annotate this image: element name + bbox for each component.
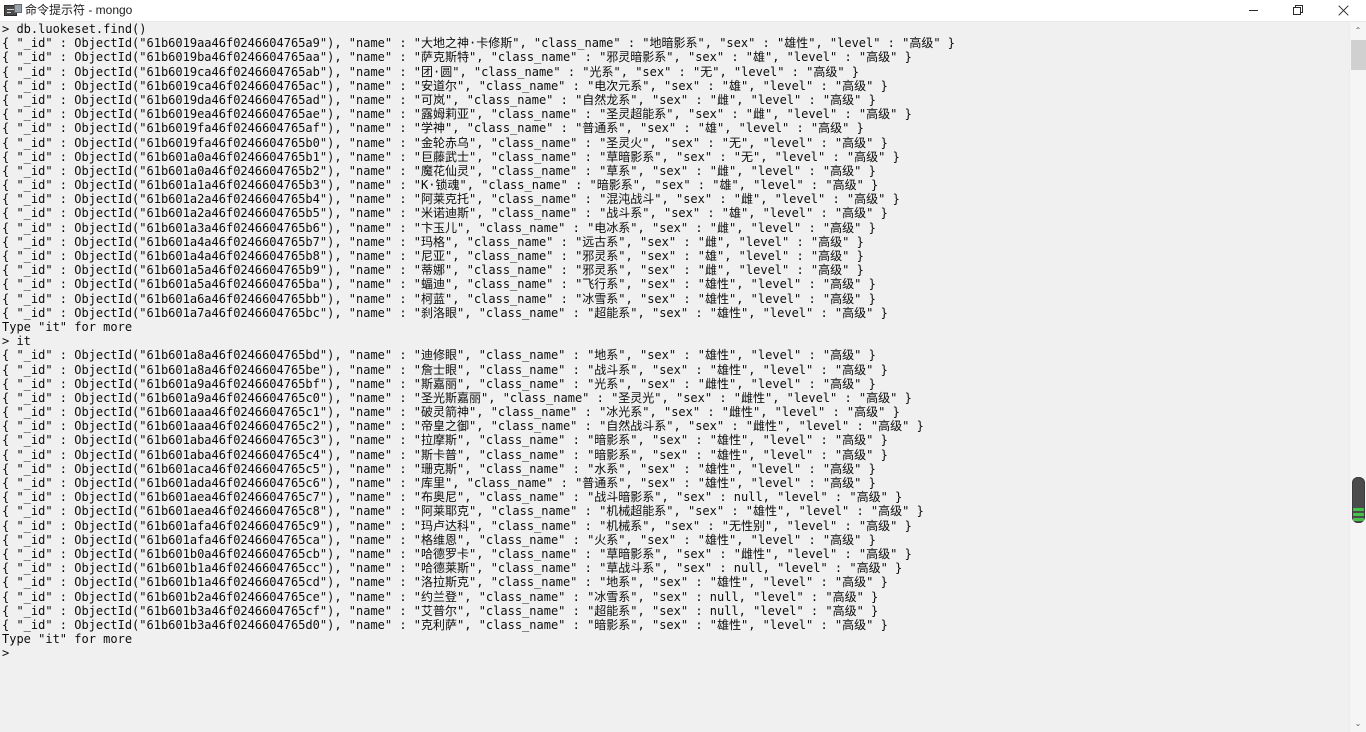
scroll-up-arrow-icon[interactable]: ⌃	[1350, 22, 1366, 39]
terminal-prompt-line: >	[2, 646, 10, 661]
scrollbar-grip-line	[1353, 508, 1364, 511]
terminal-output-line: { "_id" : ObjectId("61b601aaa46f02466047…	[2, 419, 924, 434]
terminal-output-line: { "_id" : ObjectId("61b601b0a46f02466047…	[2, 546, 912, 561]
terminal-output-line: { "_id" : ObjectId("61b601a9a46f02466047…	[2, 376, 876, 391]
console-window: 命令提示符 - mongo > db.luokeset.find(){ "_id…	[0, 0, 1366, 732]
terminal-output-line: { "_id" : ObjectId("61b601a7a46f02466047…	[2, 305, 888, 320]
terminal-output-line: { "_id" : ObjectId("61b601a5a46f02466047…	[2, 277, 876, 292]
terminal-output-line: Type "it" for more	[2, 632, 133, 647]
terminal-output-line: { "_id" : ObjectId("61b6019ca46f02466047…	[2, 64, 860, 79]
terminal-output-line: { "_id" : ObjectId("61b601a0a46f02466047…	[2, 149, 900, 164]
terminal-output-line: { "_id" : ObjectId("61b6019ba46f02466047…	[2, 50, 912, 65]
terminal-output-line: { "_id" : ObjectId("61b601b1a46f02466047…	[2, 561, 903, 576]
terminal-prompt-line: > db.luokeset.find()	[2, 22, 147, 36]
window-title: 命令提示符 - mongo	[25, 3, 133, 17]
terminal-output-line: { "_id" : ObjectId("61b601aea46f02466047…	[2, 490, 903, 505]
terminal-output-line: { "_id" : ObjectId("61b6019ca46f02466047…	[2, 78, 888, 93]
terminal-prompt-line: > it	[2, 334, 31, 349]
terminal-output-line: { "_id" : ObjectId("61b6019aa46f02466047…	[2, 36, 956, 51]
terminal-output-line: { "_id" : ObjectId("61b601afa46f02466047…	[2, 518, 912, 533]
terminal-output-line: { "_id" : ObjectId("61b601aba46f02466047…	[2, 433, 888, 448]
terminal-output-line: { "_id" : ObjectId("61b601a1a46f02466047…	[2, 178, 879, 193]
scrollbar-grip-line	[1353, 518, 1364, 521]
terminal-output-line: Type "it" for more	[2, 319, 133, 334]
terminal-output-line: { "_id" : ObjectId("61b6019da46f02466047…	[2, 92, 876, 107]
terminal-output-line: { "_id" : ObjectId("61b601a2a46f02466047…	[2, 192, 900, 207]
terminal-output-line: { "_id" : ObjectId("61b601b3a46f02466047…	[2, 603, 879, 618]
terminal-output-line: { "_id" : ObjectId("61b601a8a46f02466047…	[2, 362, 888, 377]
terminal-output-line: { "_id" : ObjectId("61b601b1a46f02466047…	[2, 575, 888, 590]
console-icon	[4, 3, 22, 19]
terminal-output[interactable]: > db.luokeset.find(){ "_id" : ObjectId("…	[0, 22, 1349, 732]
close-button[interactable]	[1321, 0, 1366, 21]
terminal-output-line: { "_id" : ObjectId("61b601afa46f02466047…	[2, 532, 876, 547]
window-controls	[1231, 0, 1366, 21]
terminal-output-line: { "_id" : ObjectId("61b601b2a46f02466047…	[2, 589, 879, 604]
scrollbar-grip-line	[1353, 513, 1364, 516]
terminal-output-line: { "_id" : ObjectId("61b601ada46f02466047…	[2, 476, 876, 490]
terminal-output-line: { "_id" : ObjectId("61b6019fa46f02466047…	[2, 135, 888, 150]
terminal-output-line: { "_id" : ObjectId("61b601a2a46f02466047…	[2, 206, 888, 221]
terminal-output-line: { "_id" : ObjectId("61b601b3a46f02466047…	[2, 617, 888, 632]
vertical-scrollbar[interactable]: ⌃ ⌄	[1349, 22, 1366, 732]
scroll-down-arrow-icon[interactable]: ⌄	[1350, 715, 1366, 732]
title-bar[interactable]: 命令提示符 - mongo	[0, 0, 1366, 22]
terminal-output-line: { "_id" : ObjectId("61b6019fa46f02466047…	[2, 121, 864, 136]
terminal-output-line: { "_id" : ObjectId("61b601aaa46f02466047…	[2, 405, 900, 420]
terminal-output-line: { "_id" : ObjectId("61b601aea46f02466047…	[2, 504, 924, 519]
terminal-output-line: { "_id" : ObjectId("61b601a9a46f02466047…	[2, 390, 912, 405]
terminal-output-line: { "_id" : ObjectId("61b601aca46f02466047…	[2, 461, 876, 476]
scrollbar-thumb[interactable]	[1352, 477, 1365, 523]
terminal-output-line: { "_id" : ObjectId("61b601a8a46f02466047…	[2, 348, 876, 363]
minimize-button[interactable]	[1231, 0, 1276, 21]
terminal-output-line: { "_id" : ObjectId("61b601a4a46f02466047…	[2, 234, 864, 249]
scrollbar-track-upper[interactable]	[1351, 40, 1366, 70]
terminal-output-line: { "_id" : ObjectId("61b601a4a46f02466047…	[2, 249, 864, 263]
terminal-output-line: { "_id" : ObjectId("61b601a3a46f02466047…	[2, 220, 876, 235]
restore-button[interactable]	[1276, 0, 1321, 21]
terminal-output-line: { "_id" : ObjectId("61b6019ea46f02466047…	[2, 107, 912, 122]
terminal-output-line: { "_id" : ObjectId("61b601a6a46f02466047…	[2, 291, 876, 306]
terminal-output-line: { "_id" : ObjectId("61b601a0a46f02466047…	[2, 163, 876, 178]
console-body[interactable]: > db.luokeset.find(){ "_id" : ObjectId("…	[0, 22, 1366, 732]
terminal-output-line: { "_id" : ObjectId("61b601a5a46f02466047…	[2, 263, 864, 278]
terminal-output-line: { "_id" : ObjectId("61b601aba46f02466047…	[2, 447, 888, 462]
